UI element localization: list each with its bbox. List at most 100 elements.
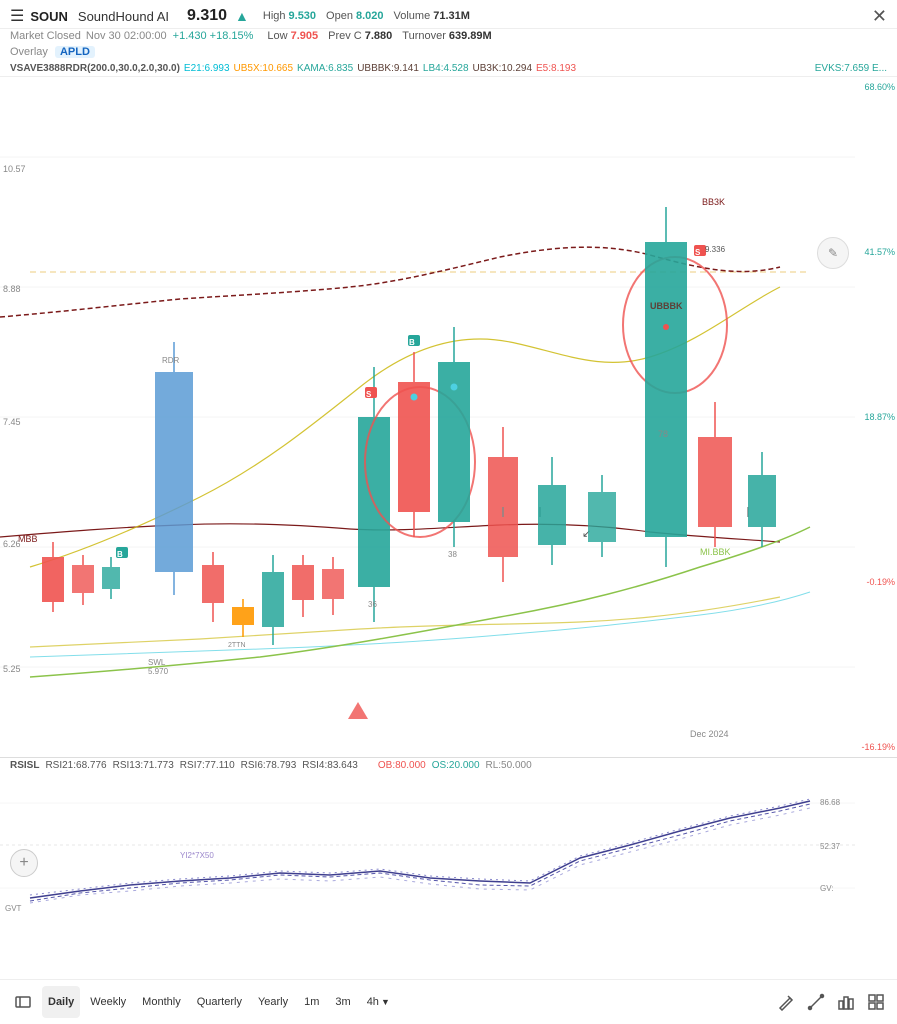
- axis-val-1: 68.60%: [857, 82, 895, 92]
- rl-val: RL:50.000: [486, 760, 532, 771]
- svg-text:S: S: [366, 390, 372, 399]
- timeframe-1m-button[interactable]: 1m: [298, 986, 325, 1018]
- svg-text:BB3K: BB3K: [702, 197, 725, 207]
- price-change: +1.430 +18.15%: [173, 30, 254, 42]
- chevron-down-icon: ▼: [381, 997, 390, 1007]
- volume-label: Volume: [394, 10, 431, 22]
- rsi-chart-svg[interactable]: YI2*7X50 86.68 52.37 GV: GVT: [0, 773, 855, 918]
- high-value: 9.530: [289, 10, 317, 22]
- rsi-panel: RSISL RSI21:68.776 RSI13:71.773 RSI7:77.…: [0, 757, 897, 937]
- timeframe-3m-button[interactable]: 3m: [329, 986, 356, 1018]
- open-value: 8.020: [356, 10, 384, 22]
- market-date: Nov 30 02:00:00: [86, 30, 167, 42]
- timeframe-yearly-button[interactable]: Yearly: [252, 986, 294, 1018]
- svg-text:GVT: GVT: [5, 904, 22, 913]
- axis-val-2: 41.57%: [857, 247, 895, 257]
- indicator-bar: VSAVE3888RDR(200.0,30.0,2.0,30.0) E21:6.…: [0, 61, 897, 77]
- svg-text:SWL: SWL: [148, 658, 166, 667]
- rsi13-val: RSI13:71.773: [113, 760, 174, 771]
- rsi-label: RSISL: [10, 760, 39, 771]
- evks-value: EVKS:7.659 E...: [815, 63, 887, 74]
- rsi4-val: RSI4:83.643: [302, 760, 358, 771]
- chart-container[interactable]: ✎ B: [0, 77, 897, 757]
- prevc-value: 7.880: [365, 30, 393, 42]
- stock-symbol: SOUN: [30, 9, 68, 24]
- svg-text:Dec 2024: Dec 2024: [690, 729, 729, 739]
- svg-text:52.37: 52.37: [820, 842, 841, 851]
- svg-text:RDR: RDR: [162, 356, 180, 365]
- e5-value: E5:8.193: [536, 63, 576, 74]
- turnover-label: Turnover: [402, 30, 446, 42]
- svg-text:8.88: 8.88: [3, 284, 21, 294]
- indicator-name: VSAVE3888RDR(200.0,30.0,2.0,30.0): [10, 63, 180, 74]
- svg-text:YI2*7X50: YI2*7X50: [180, 851, 214, 860]
- overlay-tag[interactable]: APLD: [55, 46, 95, 58]
- timeframe-weekly-button[interactable]: Weekly: [84, 986, 132, 1018]
- svg-text:MBB: MBB: [18, 534, 38, 544]
- right-axis: 68.60% 41.57% 18.87% -0.19% -16.19%: [855, 77, 897, 757]
- prevc-label: Prev C: [328, 30, 362, 42]
- e21-value: E21:6.993: [184, 63, 230, 74]
- overlay-label: Overlay: [10, 46, 48, 58]
- svg-text:B: B: [409, 338, 415, 347]
- timeframe-4h-button[interactable]: 4h ▼: [361, 986, 396, 1018]
- stock-name: SoundHound AI: [78, 9, 169, 24]
- kama-value: KAMA:6.835: [297, 63, 353, 74]
- rsi21-val: RSI21:68.776: [45, 760, 106, 771]
- svg-text:5.970: 5.970: [148, 667, 169, 676]
- add-indicator-button[interactable]: +: [10, 849, 38, 877]
- price-arrow-icon: ▲: [235, 8, 249, 24]
- svg-text:5.25: 5.25: [3, 664, 21, 674]
- svg-text:B: B: [117, 550, 123, 559]
- header: ☰ SOUN SoundHound AI 9.310 ▲ High 9.530 …: [0, 0, 897, 29]
- os-val: OS:20.000: [432, 760, 480, 771]
- subheader: Market Closed Nov 30 02:00:00 +1.430 +18…: [0, 29, 897, 43]
- svg-text:9.336: 9.336: [705, 245, 726, 254]
- rsi-indicator-bar: RSISL RSI21:68.776 RSI13:71.773 RSI7:77.…: [0, 758, 897, 773]
- svg-text:6.26: 6.26: [3, 539, 21, 549]
- low-value: 7.905: [291, 30, 319, 42]
- line-tool-button[interactable]: [805, 991, 827, 1013]
- menu-icon[interactable]: ☰: [10, 6, 24, 26]
- axis-val-4: -0.19%: [857, 577, 895, 587]
- ob-val: OB:80.000: [378, 760, 426, 771]
- svg-text:36: 36: [368, 600, 377, 609]
- turnover-value: 639.89M: [449, 30, 492, 42]
- grid-button[interactable]: [865, 991, 887, 1013]
- ubbbk-value: UBBBK:9.141: [357, 63, 419, 74]
- rsi7-val: RSI7:77.110: [180, 760, 235, 771]
- volume-value: 71.31M: [433, 10, 470, 22]
- main-chart-svg[interactable]: B RDR 2TTN S: [0, 77, 855, 757]
- lb4-value: LB4:4.528: [423, 63, 469, 74]
- market-status: Market Closed: [10, 30, 81, 42]
- svg-text:10.57: 10.57: [3, 164, 26, 174]
- overlay-bar: Overlay APLD: [0, 43, 897, 61]
- timeframe-4h-label: 4h: [367, 996, 379, 1008]
- close-button[interactable]: ✕: [872, 6, 887, 27]
- svg-text:MI.BBK: MI.BBK: [700, 547, 731, 557]
- draw-button[interactable]: [775, 991, 797, 1013]
- svg-text:78: 78: [658, 429, 668, 439]
- svg-text:GV:: GV:: [820, 884, 833, 893]
- timeframe-monthly-button[interactable]: Monthly: [136, 986, 187, 1018]
- timeframe-quarterly-button[interactable]: Quarterly: [191, 986, 248, 1018]
- svg-text:7.45: 7.45: [3, 417, 21, 427]
- svg-text:UBBBK: UBBBK: [650, 301, 683, 311]
- ub3k-value: UB3K:10.294: [473, 63, 533, 74]
- expand-button[interactable]: [8, 986, 38, 1018]
- logo-area: ☰ SOUN SoundHound AI 9.310 ▲: [10, 6, 249, 26]
- axis-val-3: 18.87%: [857, 412, 895, 422]
- timeframe-daily-button[interactable]: Daily: [42, 986, 80, 1018]
- svg-text:38: 38: [448, 550, 457, 559]
- rsi6-val: RSI6:78.793: [241, 760, 297, 771]
- svg-text:S: S: [695, 248, 701, 257]
- high-label: High: [263, 10, 286, 22]
- axis-val-5: -16.19%: [857, 742, 895, 752]
- stock-price: 9.310: [187, 7, 227, 25]
- bottom-bar: Daily Weekly Monthly Quarterly Yearly 1m…: [0, 979, 897, 1024]
- open-label: Open: [326, 10, 353, 22]
- svg-text:2TTN: 2TTN: [228, 642, 246, 649]
- bar-chart-button[interactable]: [835, 991, 857, 1013]
- svg-text:86.68: 86.68: [820, 798, 841, 807]
- low-label: Low: [267, 30, 287, 42]
